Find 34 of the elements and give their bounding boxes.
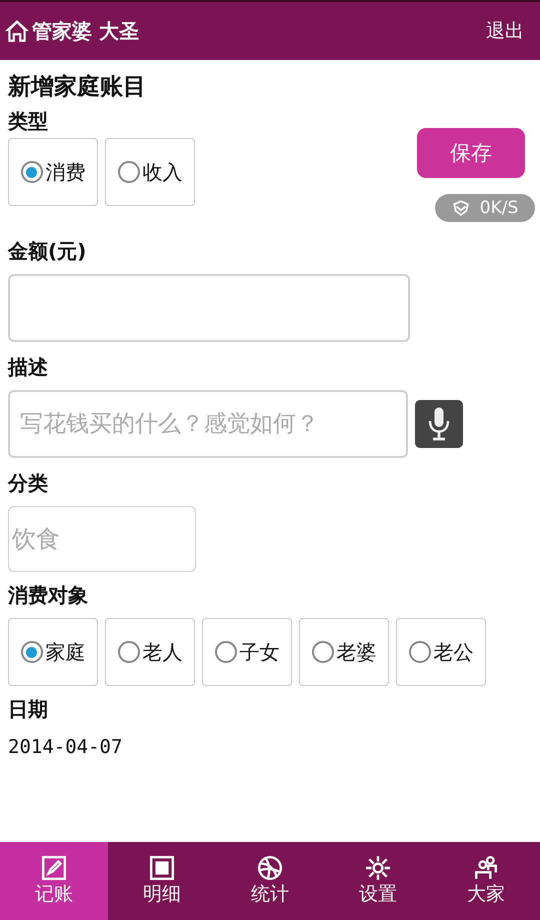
description-field[interactable]: 写花钱买的什么？感觉如何？ — [8, 390, 408, 458]
radio-option[interactable]: 消费 — [8, 138, 98, 206]
shield-icon — [452, 199, 470, 217]
app-title: 管家婆 大圣 — [32, 18, 139, 44]
date-value: 2014-04-07 — [8, 736, 124, 758]
field-label: 类型 — [8, 108, 48, 135]
people-icon — [473, 855, 499, 881]
field-label: 消费对象 — [8, 582, 88, 609]
field-label: 描述 — [8, 354, 48, 381]
field-label: 分类 — [8, 470, 48, 497]
field-label: 日期 — [8, 696, 48, 723]
radio-option[interactable]: 家庭 — [8, 618, 98, 686]
home-icon[interactable] — [4, 18, 30, 44]
nav-tab[interactable]: 大家 — [432, 842, 540, 920]
amount-field[interactable] — [8, 274, 410, 342]
radio-option[interactable]: 子女 — [202, 618, 292, 686]
nav-tab[interactable]: 记账 — [0, 842, 108, 920]
save-button[interactable]: 保存 — [417, 128, 525, 178]
speed-text: 0K/S — [480, 198, 518, 218]
field-label: 金额(元) — [8, 238, 86, 265]
page-title: 新增家庭账目 — [8, 73, 147, 102]
microphone-button[interactable] — [415, 400, 463, 448]
settings-icon — [365, 855, 391, 881]
pencil-icon — [41, 855, 67, 881]
nav-tab[interactable]: 统计 — [216, 842, 324, 920]
radio-option[interactable]: 老人 — [105, 618, 195, 686]
category-field[interactable]: 饮食 — [8, 506, 196, 572]
radio-option[interactable]: 老公 — [396, 618, 486, 686]
nav-tab[interactable]: 设置 — [324, 842, 432, 920]
radio-option[interactable]: 收入 — [105, 138, 195, 206]
logout-link[interactable]: 退出 — [486, 18, 524, 44]
nav-tab[interactable]: 明细 — [108, 842, 216, 920]
radio-option[interactable]: 老婆 — [299, 618, 389, 686]
ball-icon — [257, 855, 283, 881]
